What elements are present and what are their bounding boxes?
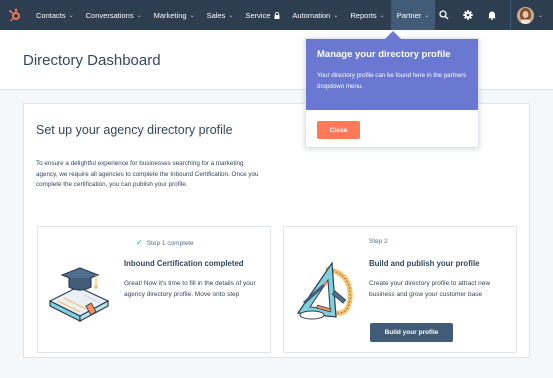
lock-icon	[274, 11, 280, 19]
chevron-down-icon: ⌄	[136, 12, 142, 19]
build-your-profile-button[interactable]: Build your profile	[370, 323, 453, 342]
nav-item-conversations[interactable]: Conversations ⌄	[80, 0, 148, 30]
nav-item-label: Service	[245, 10, 271, 20]
popover-header: Manage your directory profile Your direc…	[306, 39, 478, 110]
setup-card-description: To ensure a delightful experience for bu…	[36, 160, 259, 188]
chevron-down-icon: ⌄	[424, 12, 430, 19]
chevron-down-icon: ⌄	[68, 12, 74, 19]
top-navigation-bar: Contacts ⌄ Conversations ⌄ Marketing ⌄ S…	[0, 0, 553, 30]
nav-item-label: Partner	[396, 10, 422, 20]
nav-item-automation[interactable]: Automation ⌄	[286, 0, 344, 30]
nav-item-contacts[interactable]: Contacts ⌄	[30, 0, 80, 30]
drafting-tools-illustration	[292, 255, 360, 332]
chevron-down-icon: ⌄	[189, 12, 195, 19]
popover-body: Your directory profile can be found here…	[317, 72, 467, 90]
chevron-down-icon: ⌄	[379, 12, 385, 19]
step-title: Build and publish your profile	[369, 259, 480, 268]
checkmark-icon: ✓	[136, 238, 143, 247]
nav-utilities: ⌄	[432, 0, 553, 30]
sprocket-icon	[9, 8, 20, 22]
main-nav-menu: Contacts ⌄ Conversations ⌄ Marketing ⌄ S…	[30, 0, 436, 30]
settings-gear-icon[interactable]	[457, 0, 479, 30]
step-description: Create your directory profile to attract…	[369, 280, 491, 298]
nav-item-label: Sales	[206, 10, 226, 20]
search-icon[interactable]	[433, 0, 455, 30]
nav-item-label: Conversations	[85, 10, 134, 20]
nav-item-sales[interactable]: Sales ⌄	[201, 0, 240, 30]
nav-item-label: Reports	[350, 10, 377, 20]
chevron-down-icon[interactable]: ⌄	[538, 12, 543, 19]
step-status-label: Step 2	[369, 238, 388, 245]
avatar[interactable]	[516, 6, 534, 24]
nav-item-label: Automation	[292, 10, 331, 20]
chevron-down-icon: ⌄	[333, 12, 339, 19]
step-status-label: ✓ Step 1 complete	[136, 238, 194, 247]
nav-item-reports[interactable]: Reports ⌄	[344, 0, 390, 30]
nav-item-marketing[interactable]: Marketing ⌄	[148, 0, 201, 30]
nav-item-label: Contacts	[36, 10, 66, 20]
directory-profile-popover: Manage your directory profile Your direc…	[305, 31, 479, 148]
step-description: Great! Now it's time to fill in the deta…	[124, 280, 256, 298]
nav-item-partner[interactable]: Partner ⌄	[390, 0, 436, 30]
popover-arrow	[385, 31, 401, 39]
nav-item-service[interactable]: Service	[239, 0, 286, 30]
notifications-bell-icon[interactable]	[481, 0, 503, 30]
hubspot-logo[interactable]	[0, 0, 30, 30]
close-button[interactable]: Close	[317, 121, 360, 139]
step-card-inbound-certification: ✓ Step 1 complete Inbound Certification c…	[37, 226, 271, 353]
popover-title: Manage your directory profile	[317, 49, 451, 60]
nav-item-label: Marketing	[153, 10, 187, 20]
certification-illustration	[44, 259, 114, 339]
page-title: Directory Dashboard	[23, 52, 161, 69]
step-title: Inbound Certification completed	[124, 259, 244, 268]
nav-divider	[509, 0, 511, 30]
chevron-down-icon: ⌄	[228, 12, 234, 19]
step-card-build-profile: Step 2 Build and publish your profile Cr…	[283, 226, 517, 353]
setup-card-title: Set up your agency directory profile	[36, 123, 233, 137]
